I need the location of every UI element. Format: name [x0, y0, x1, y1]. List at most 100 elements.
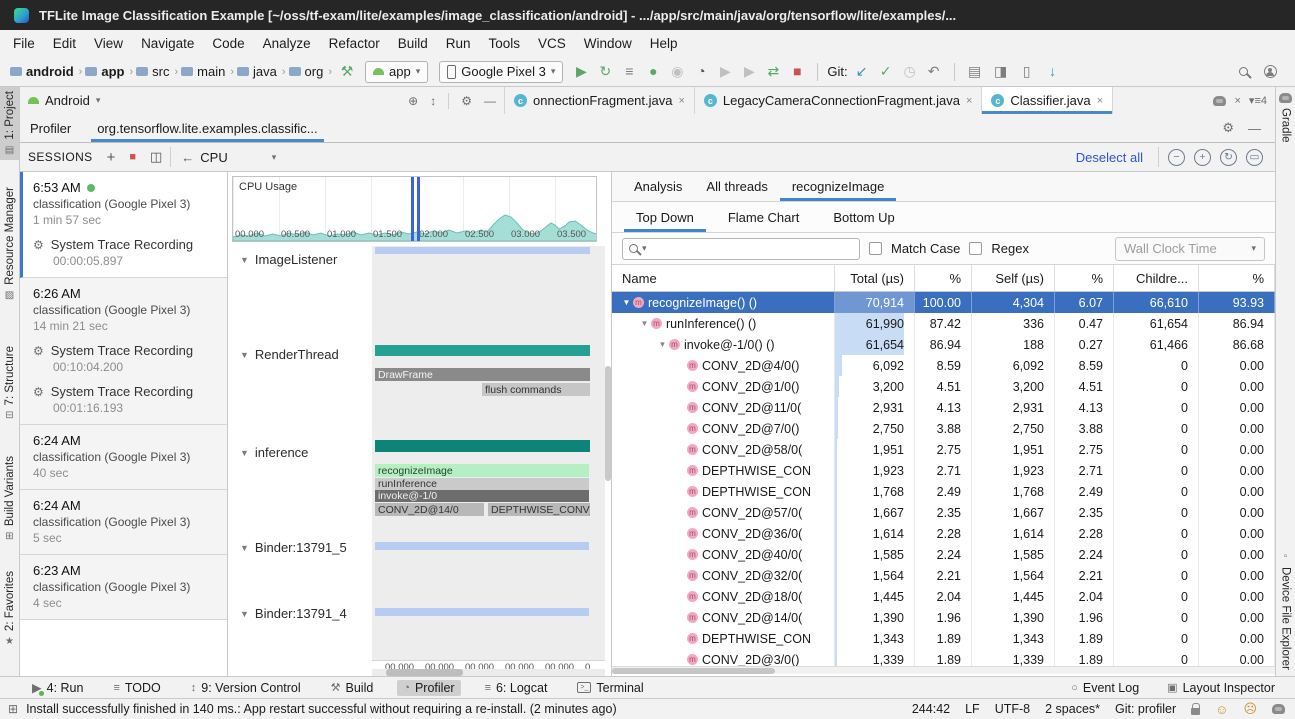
- project-panel-header[interactable]: Android ▾ ⊕ ↕ ⚙ —: [20, 87, 505, 114]
- breadcrumb-item[interactable]: java ›: [237, 64, 287, 79]
- session-item[interactable]: 6:23 AM classification (Google Pixel 3) …: [20, 555, 227, 620]
- table-row[interactable]: m CONV_2D@40/0( 1,585 2.24 1,585 2.24 0 …: [612, 544, 1275, 565]
- expander-icon[interactable]: ▼: [656, 340, 669, 349]
- hog-icon[interactable]: [1213, 96, 1226, 106]
- editor-tab[interactable]: c onnectionFragment.java ×: [505, 87, 695, 114]
- sdk-manager-icon[interactable]: ↓: [1042, 63, 1064, 80]
- status-segment[interactable]: UTF-8: [995, 702, 1030, 716]
- table-row[interactable]: m CONV_2D@36/0( 1,614 2.28 1,614 2.28 0 …: [612, 523, 1275, 544]
- emulator-icon[interactable]: ◨: [990, 63, 1012, 80]
- status-segment[interactable]: Git: profiler: [1115, 702, 1176, 716]
- thread-label[interactable]: ▼ inference: [240, 445, 308, 460]
- trace-event-invoke[interactable]: invoke@-1/0: [375, 490, 589, 502]
- attach-profiler-icon[interactable]: ▶: [738, 63, 760, 80]
- menu-item[interactable]: VCS: [529, 30, 575, 57]
- toolwindow-logcat[interactable]: ≡ 6: Logcat: [479, 680, 554, 696]
- device-select[interactable]: Google Pixel 3 ▾: [439, 61, 563, 83]
- analysis-subtab[interactable]: Top Down: [624, 202, 706, 232]
- toolwindow-todo[interactable]: ≡ TODO: [107, 680, 166, 696]
- session-item[interactable]: 6:53 AM classification (Google Pixel 3) …: [20, 172, 227, 278]
- trace-recording-item[interactable]: ⚙System Trace Recording 00:00:05.897: [33, 237, 219, 269]
- git-rollback-icon[interactable]: ↶: [923, 63, 945, 80]
- table-row[interactable]: m CONV_2D@11/0( 2,931 4.13 2,931 4.13 0 …: [612, 397, 1275, 418]
- clock-type-select[interactable]: Wall Clock Time ▾: [1115, 237, 1265, 261]
- run-config-select[interactable]: app ▾: [365, 61, 428, 83]
- inference-activity-bar[interactable]: [375, 440, 590, 452]
- lock-icon[interactable]: [1191, 708, 1200, 715]
- zoom-to-selection-icon[interactable]: ▭: [1246, 149, 1263, 166]
- table-row[interactable]: m CONV_2D@57/0( 1,667 2.35 1,667 2.35 0 …: [612, 502, 1275, 523]
- thread-label[interactable]: ▼ ImageListener: [240, 252, 337, 267]
- profiler-session-tab[interactable]: org.tensorflow.lite.examples.classific..…: [91, 114, 323, 142]
- run-icon[interactable]: ▶: [570, 63, 592, 80]
- table-row[interactable]: m CONV_2D@4/0() 6,092 8.59 6,092 8.59 0 …: [612, 355, 1275, 376]
- analysis-tab[interactable]: All threads: [694, 172, 779, 201]
- expand-sessions-icon[interactable]: ◫: [150, 149, 162, 165]
- column-header-children[interactable]: Childre...: [1114, 265, 1199, 291]
- trace-recording-item[interactable]: ⚙System Trace Recording 00:10:04.200: [33, 343, 219, 375]
- column-header-self[interactable]: Self (µs): [972, 265, 1055, 291]
- toolwindow-terminal[interactable]: >_ Terminal: [571, 680, 649, 696]
- menu-item[interactable]: Run: [437, 30, 480, 57]
- zoom-out-icon[interactable]: −: [1168, 149, 1185, 166]
- add-session-icon[interactable]: +: [107, 149, 116, 166]
- tool-button-device-file-explorer[interactable]: ▫ Device File Explorer: [1280, 551, 1292, 670]
- window-icon[interactable]: ⊞: [8, 702, 18, 716]
- regex-checkbox[interactable]: [969, 242, 982, 255]
- analysis-tab[interactable]: recognizeImage: [780, 172, 897, 201]
- event-log-button[interactable]: ○ Event Log: [1065, 680, 1145, 696]
- search-icon[interactable]: [1239, 67, 1248, 76]
- git-update-icon[interactable]: ↙: [851, 63, 873, 80]
- breadcrumb-item[interactable]: org ›: [289, 64, 333, 79]
- menu-item[interactable]: Build: [389, 30, 437, 57]
- menu-item[interactable]: View: [85, 30, 132, 57]
- menu-item[interactable]: File: [4, 30, 44, 57]
- menu-item[interactable]: Analyze: [254, 30, 320, 57]
- breadcrumb-item[interactable]: android ›: [10, 64, 83, 79]
- trace-event-recognizeimage[interactable]: recognizeImage: [375, 464, 589, 477]
- apply-changes-icon[interactable]: ↻: [594, 63, 616, 80]
- tool-button-resource-manager[interactable]: Resource Manager ▨: [0, 183, 19, 305]
- toolwindow-run[interactable]: ▶ 4: Run: [26, 679, 89, 696]
- menu-item[interactable]: Tools: [480, 30, 530, 57]
- stop-session-icon[interactable]: ■: [129, 151, 136, 163]
- sync-icon[interactable]: ⇄: [762, 63, 784, 80]
- trace-event-flush-commands[interactable]: flush commands: [482, 383, 590, 396]
- trace-event-drawframe[interactable]: DrawFrame: [375, 368, 590, 381]
- search-input[interactable]: ▾: [622, 238, 860, 260]
- session-item[interactable]: 6:24 AM classification (Google Pixel 3) …: [20, 490, 227, 555]
- binder4-activity-bar[interactable]: [375, 608, 589, 616]
- analysis-subtab[interactable]: Bottom Up: [821, 202, 906, 232]
- menu-item[interactable]: Refactor: [320, 30, 389, 57]
- table-row[interactable]: m DEPTHWISE_CON 1,768 2.49 1,768 2.49 0 …: [612, 481, 1275, 502]
- tool-button-build-variants[interactable]: Build Variants ⊞: [0, 452, 19, 546]
- gear-icon[interactable]: ⚙: [461, 94, 472, 108]
- deselect-all-link[interactable]: Deselect all: [1076, 150, 1143, 165]
- coverage-icon[interactable]: ◉: [666, 63, 688, 80]
- horizontal-scrollbar[interactable]: [612, 666, 1275, 674]
- renderthread-activity-bar[interactable]: [375, 345, 590, 356]
- scrollbar-thumb[interactable]: [612, 668, 775, 674]
- editor-tab[interactable]: c Classifier.java ×: [982, 87, 1113, 114]
- column-header-pct[interactable]: %: [915, 265, 972, 291]
- column-header-pct[interactable]: %: [1055, 265, 1114, 291]
- table-row[interactable]: m CONV_2D@58/0( 1,951 2.75 1,951 2.75 0 …: [612, 439, 1275, 460]
- tool-button-project[interactable]: 1: Project ▤: [0, 87, 19, 160]
- breadcrumb-item[interactable]: main ›: [181, 64, 235, 79]
- layout-inspector-button[interactable]: ▣ Layout Inspector: [1161, 680, 1281, 696]
- trace-event-runinference[interactable]: runInference: [375, 478, 589, 490]
- table-row[interactable]: m CONV_2D@18/0( 1,445 2.04 1,445 2.04 0 …: [612, 586, 1275, 607]
- table-row[interactable]: m CONV_2D@14/0( 1,390 1.96 1,390 1.96 0 …: [612, 607, 1275, 628]
- table-row[interactable]: ▼ m invoke@-1/0() () 61,654 86.94 188 0.…: [612, 334, 1275, 355]
- scrollbar-thumb[interactable]: [605, 366, 611, 481]
- reset-zoom-icon[interactable]: ↻: [1220, 149, 1237, 166]
- status-segment[interactable]: 244:42: [912, 702, 950, 716]
- hide-panel-icon[interactable]: —: [1248, 121, 1261, 136]
- trace-recording-item[interactable]: ⚙System Trace Recording 00:01:16.193: [33, 384, 219, 416]
- close-icon[interactable]: ×: [966, 95, 972, 107]
- table-row[interactable]: m CONV_2D@1/0() 3,200 4.51 3,200 4.51 0 …: [612, 376, 1275, 397]
- analysis-tab[interactable]: Analysis: [622, 172, 694, 201]
- git-commit-icon[interactable]: ✓: [875, 63, 897, 80]
- analysis-subtab[interactable]: Flame Chart: [716, 202, 812, 232]
- breadcrumb-item[interactable]: src ›: [136, 64, 179, 79]
